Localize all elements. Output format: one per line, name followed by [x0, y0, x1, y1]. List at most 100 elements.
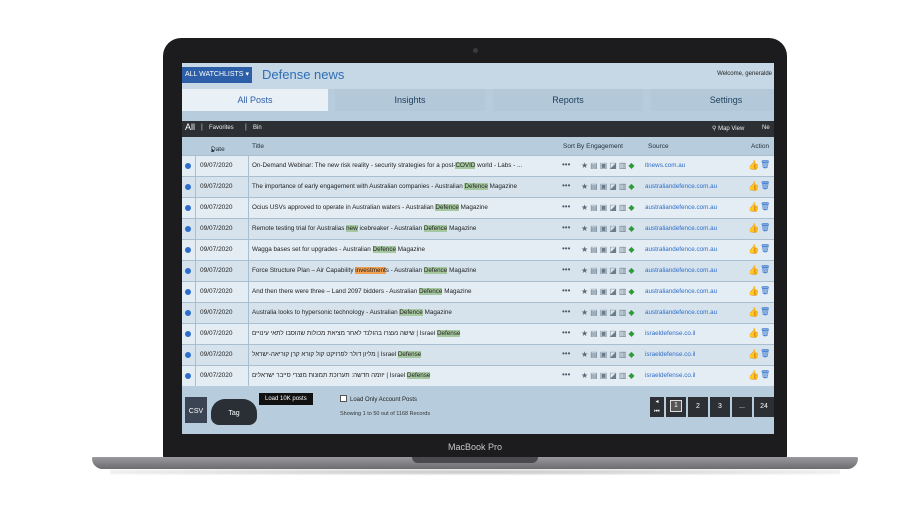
note-icon[interactable]: ▥	[619, 287, 627, 296]
table-row[interactable]: 09/07/2020 מליון דולר לפרויקט קול קורא קר…	[182, 344, 774, 365]
share-icon[interactable]: ◪	[609, 266, 617, 275]
table-row[interactable]: 09/07/2020 The importance of early engage…	[182, 176, 774, 197]
more-icon[interactable]: •••	[562, 244, 570, 253]
table-row[interactable]: 09/07/2020 Australia looks to hypersonic …	[182, 302, 774, 323]
note-icon[interactable]: ▥	[619, 203, 627, 212]
thumbs-up-icon[interactable]: 👍	[748, 181, 759, 192]
row-source[interactable]: israeldefense.co.il	[645, 372, 695, 379]
table-row[interactable]: 09/07/2020 יוזמה חדשה: תערוכת תמונות מוצר…	[182, 365, 774, 386]
row-title[interactable]: יוזמה חדשה: תערוכת תמונות מוצרי סייבר יש…	[252, 372, 557, 379]
row-title[interactable]: מליון דולר לפרויקט קול קורא קרן קוריאה-י…	[252, 351, 557, 358]
col-sort-engagement[interactable]: Sort By Engagement	[563, 143, 623, 150]
trash-icon[interactable]: 🗑	[760, 328, 770, 337]
row-title[interactable]: Ocius USVs approved to operate in Austra…	[252, 204, 557, 211]
more-icon[interactable]: •••	[562, 265, 570, 274]
filter-bin[interactable]: Bin	[253, 125, 262, 131]
thumbs-up-icon[interactable]: 👍	[748, 328, 759, 339]
row-source[interactable]: australiandefence.com.au	[645, 204, 717, 211]
table-row[interactable]: 09/07/2020 Force Structure Plan – Air Cap…	[182, 260, 774, 281]
row-source[interactable]: australiandefence.com.au	[645, 246, 717, 253]
col-title[interactable]: Title	[252, 143, 264, 150]
image-icon[interactable]: ▣	[600, 182, 608, 191]
row-title[interactable]: The importance of early engagement with …	[252, 183, 557, 190]
next-link[interactable]: Ne	[762, 125, 770, 131]
row-title[interactable]: שישה נעצרו בהולנד לאחר מציאת מכולות שהוס…	[252, 330, 557, 337]
note-icon[interactable]: ▥	[619, 371, 627, 380]
page-3[interactable]: 3	[710, 397, 730, 417]
load-10k-button[interactable]: Load 10K posts	[259, 393, 313, 405]
note-icon[interactable]: ▥	[619, 161, 627, 170]
star-icon[interactable]: ★	[581, 161, 588, 170]
thumbs-up-icon[interactable]: 👍	[748, 202, 759, 213]
share-icon[interactable]: ◪	[609, 329, 617, 338]
more-icon[interactable]: •••	[562, 370, 570, 379]
trash-icon[interactable]: 🗑	[760, 370, 770, 379]
table-row[interactable]: 09/07/2020 And then there were three – La…	[182, 281, 774, 302]
table-row[interactable]: 09/07/2020 שישה נעצרו בהולנד לאחר מציאת מ…	[182, 323, 774, 344]
more-icon[interactable]: •••	[562, 349, 570, 358]
row-title[interactable]: And then there were three – Land 2097 bi…	[252, 288, 557, 295]
comment-icon[interactable]: ▤	[590, 182, 598, 191]
tag-icon[interactable]: ◆	[628, 329, 634, 338]
comment-icon[interactable]: ▤	[590, 224, 598, 233]
tag-icon[interactable]: ◆	[628, 266, 634, 275]
more-icon[interactable]: •••	[562, 181, 570, 190]
load-only-account-posts[interactable]: Load Only Account Posts	[340, 395, 417, 403]
thumbs-up-icon[interactable]: 👍	[748, 223, 759, 234]
tab-settings[interactable]: Settings	[651, 89, 774, 111]
trash-icon[interactable]: 🗑	[760, 286, 770, 295]
tag-icon[interactable]: ◆	[628, 203, 634, 212]
more-icon[interactable]: •••	[562, 286, 570, 295]
table-row[interactable]: 09/07/2020 Wagga bases set for upgrades -…	[182, 239, 774, 260]
comment-icon[interactable]: ▤	[590, 350, 598, 359]
more-icon[interactable]: •••	[562, 160, 570, 169]
more-icon[interactable]: •••	[562, 202, 570, 211]
checkbox[interactable]	[340, 395, 347, 402]
row-source[interactable]: itnews.com.au	[645, 162, 685, 169]
tag-icon[interactable]: ◆	[628, 161, 634, 170]
page-24[interactable]: 24	[754, 397, 774, 417]
star-icon[interactable]: ★	[581, 266, 588, 275]
table-row[interactable]: 09/07/2020 On-Demand Webinar: The new ris…	[182, 155, 774, 176]
share-icon[interactable]: ◪	[609, 287, 617, 296]
thumbs-up-icon[interactable]: 👍	[748, 370, 759, 381]
trash-icon[interactable]: 🗑	[760, 202, 770, 211]
tab-insights[interactable]: Insights	[335, 89, 485, 111]
tag-icon[interactable]: ◆	[628, 371, 634, 380]
image-icon[interactable]: ▣	[600, 350, 608, 359]
star-icon[interactable]: ★	[581, 350, 588, 359]
comment-icon[interactable]: ▤	[590, 287, 598, 296]
trash-icon[interactable]: 🗑	[760, 307, 770, 316]
image-icon[interactable]: ▣	[600, 203, 608, 212]
note-icon[interactable]: ▥	[619, 224, 627, 233]
comment-icon[interactable]: ▤	[590, 329, 598, 338]
csv-export-button[interactable]: CSV	[185, 397, 207, 423]
row-title[interactable]: Remote testing trial for Australias new …	[252, 225, 557, 232]
comment-icon[interactable]: ▤	[590, 203, 598, 212]
trash-icon[interactable]: 🗑	[760, 223, 770, 232]
image-icon[interactable]: ▣	[600, 371, 608, 380]
star-icon[interactable]: ★	[581, 182, 588, 191]
tag-icon[interactable]: ◆	[628, 287, 634, 296]
tag-cloud-button[interactable]: Tag	[211, 399, 257, 425]
trash-icon[interactable]: 🗑	[760, 181, 770, 190]
page-2[interactable]: 2	[688, 397, 708, 417]
trash-icon[interactable]: 🗑	[760, 349, 770, 358]
note-icon[interactable]: ▥	[619, 329, 627, 338]
thumbs-up-icon[interactable]: 👍	[748, 349, 759, 360]
table-row[interactable]: 09/07/2020 Ocius USVs approved to operate…	[182, 197, 774, 218]
row-title[interactable]: Australia looks to hypersonic technology…	[252, 309, 557, 316]
star-icon[interactable]: ★	[581, 371, 588, 380]
thumbs-up-icon[interactable]: 👍	[748, 286, 759, 297]
tag-icon[interactable]: ◆	[628, 245, 634, 254]
row-source[interactable]: australiandefence.com.au	[645, 309, 717, 316]
row-source[interactable]: israeldefense.co.il	[645, 351, 695, 358]
note-icon[interactable]: ▥	[619, 308, 627, 317]
comment-icon[interactable]: ▤	[590, 266, 598, 275]
thumbs-up-icon[interactable]: 👍	[748, 160, 759, 171]
image-icon[interactable]: ▣	[600, 287, 608, 296]
tag-icon[interactable]: ◆	[628, 308, 634, 317]
comment-icon[interactable]: ▤	[590, 371, 598, 380]
image-icon[interactable]: ▣	[600, 308, 608, 317]
comment-icon[interactable]: ▤	[590, 308, 598, 317]
